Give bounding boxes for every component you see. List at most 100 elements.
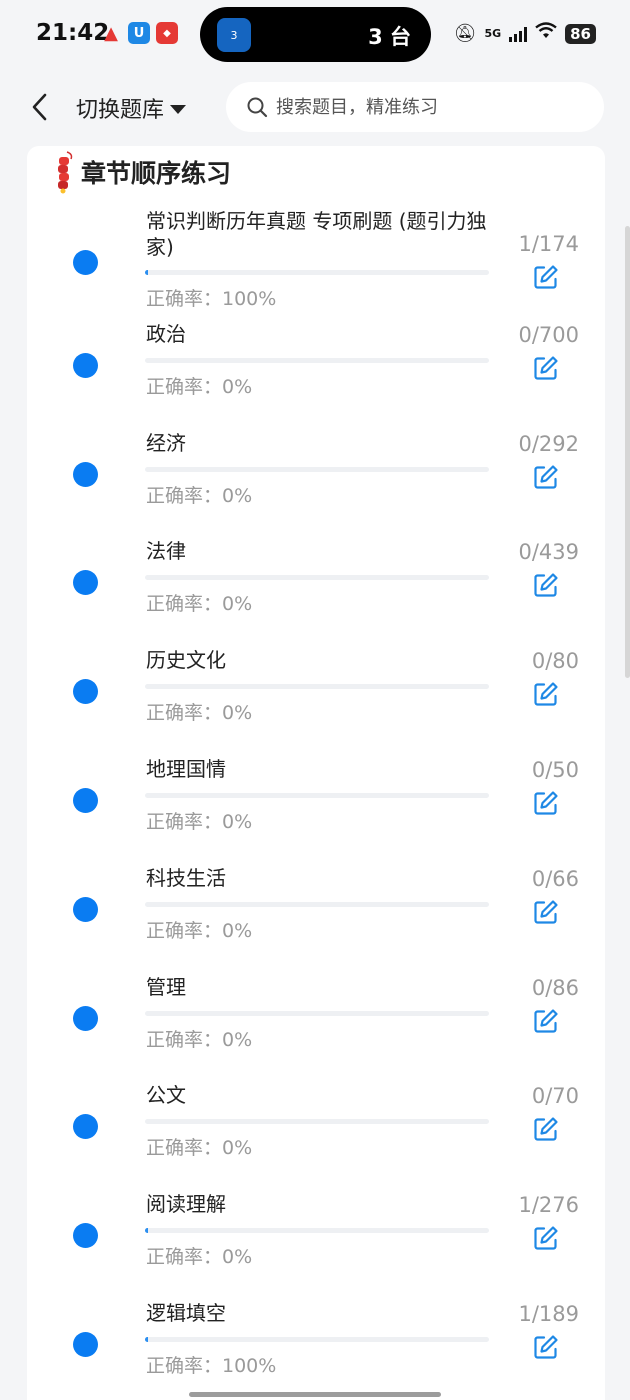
chapter-accuracy: 正确率：0%: [146, 375, 253, 398]
chapter-row[interactable]: 法律正确率：0% 0/439: [27, 530, 605, 638]
search-bar[interactable]: [226, 82, 604, 132]
network-type: 5G: [484, 27, 502, 40]
chapter-name[interactable]: 管理: [146, 974, 491, 1000]
edit-practice-icon[interactable]: [533, 1116, 559, 1142]
chapter-name[interactable]: 常识判断历年真题 专项刷题 (题引力独家): [146, 208, 491, 260]
chapter-row[interactable]: 历史文化 正确率：0% 0/80: [27, 639, 605, 747]
status-bar: 21:42 ▲ U ◆ 3 3 台 🔕︎ 5G 86: [0, 0, 630, 70]
chapter-status-dot: [73, 250, 98, 275]
chapter-row[interactable]: 政治正确率：0% 0/700: [27, 313, 605, 421]
chapter-status-dot: [73, 1005, 98, 1031]
scrollbar[interactable]: [625, 226, 630, 678]
chapter-name[interactable]: 地理国情: [146, 756, 491, 782]
chapter-progress-fill: [145, 270, 148, 275]
chapter-name[interactable]: 历史文化: [146, 647, 491, 673]
chapter-accuracy: 正确率：0%: [146, 919, 253, 942]
battery-indicator: 86: [565, 23, 596, 44]
caret-down-icon: [170, 104, 187, 114]
chapter-count: 0/66: [531, 866, 579, 891]
chapter-progress-bar: [145, 1119, 489, 1125]
chapter-progress-bar: [145, 901, 489, 907]
home-indicator[interactable]: [189, 1392, 441, 1397]
chapter-count: 0/700: [518, 322, 579, 347]
chapter-status-dot: [73, 352, 98, 378]
chapter-name[interactable]: 公文: [146, 1082, 491, 1108]
chapter-accuracy: 正确率：0%: [146, 593, 253, 616]
section-header: 章节顺序练习: [53, 150, 231, 194]
chapter-row[interactable]: 科技生活正确率：0% 0/66: [27, 857, 605, 965]
chapter-accuracy: 正确率：100%: [146, 1355, 277, 1377]
chapter-name[interactable]: 法律: [146, 538, 491, 564]
switch-question-bank-dropdown[interactable]: 切换题库: [76, 92, 187, 124]
flame-app-icon: ▲: [104, 22, 118, 44]
chapter-accuracy: 正确率：0%: [146, 484, 253, 507]
chapter-name[interactable]: 阅读理解: [146, 1191, 491, 1217]
chapter-accuracy: 正确率：0%: [146, 1137, 253, 1160]
chapter-row[interactable]: 常识判断历年真题 专项刷题 (题引力独家) 正确率：100% 1/174: [27, 204, 605, 312]
signal-icon: [509, 26, 528, 42]
chapter-progress-bar: [145, 1337, 489, 1342]
switch-bank-label: 切换题库: [76, 98, 165, 123]
chapter-name[interactable]: 科技生活: [146, 865, 491, 891]
chapter-count: 0/70: [531, 1084, 579, 1109]
chapter-name[interactable]: 经济: [146, 430, 491, 456]
section-title: 章节顺序练习: [81, 159, 232, 188]
chapter-count: 1/189: [518, 1302, 579, 1326]
edit-practice-icon[interactable]: [533, 264, 559, 290]
edit-practice-icon[interactable]: [533, 355, 559, 381]
chapter-name[interactable]: 逻辑填空: [146, 1300, 491, 1326]
chevron-left-icon: [32, 93, 47, 121]
chapter-accuracy: 正确率：0%: [146, 811, 253, 833]
chapter-status-dot: [73, 1332, 98, 1357]
chapter-progress-bar: [145, 1228, 489, 1234]
chapter-count: 0/86: [531, 975, 579, 1000]
chapter-status-dot: [73, 896, 98, 922]
chapter-progress-bar: [145, 684, 489, 690]
edit-practice-icon[interactable]: [533, 790, 559, 816]
broadcast-icon: 3: [217, 18, 251, 52]
chapter-status-dot: [73, 1223, 98, 1249]
chapter-progress-bar: [145, 357, 489, 363]
edit-practice-icon[interactable]: [533, 1334, 559, 1360]
chapter-row[interactable]: 地理国情 正确率：0% 0/50: [27, 748, 605, 856]
island-text: 3 台: [368, 25, 411, 49]
chapter-progress-bar: [145, 1010, 489, 1016]
chapter-progress-bar: [145, 793, 489, 798]
chapter-practice-card: 章节顺序练习 常识判断历年真题 专项刷题 (题引力独家) 正确率：100% 1/17…: [27, 146, 605, 1400]
edit-practice-icon[interactable]: [533, 464, 559, 490]
chapter-status-dot: [73, 788, 98, 813]
chapter-row[interactable]: 阅读理解 正确率：0% 1/276: [27, 1183, 605, 1291]
edit-practice-icon[interactable]: [533, 1225, 559, 1251]
dynamic-island[interactable]: 3 3 台: [200, 7, 431, 62]
edit-practice-icon[interactable]: [533, 899, 559, 925]
chapter-status-dot: [73, 461, 98, 487]
wifi-icon: [535, 22, 557, 45]
chapter-progress-bar: [145, 270, 489, 275]
search-input[interactable]: [276, 96, 576, 118]
chapter-accuracy: 正确率：0%: [146, 1028, 253, 1051]
chapter-row[interactable]: 公文正确率：0% 0/70: [27, 1074, 605, 1182]
chapter-count: 0/439: [518, 540, 579, 565]
island-badge: 3: [230, 28, 238, 42]
chapter-row[interactable]: 管理正确率：0% 0/86: [27, 966, 605, 1074]
red-app-icon: ◆: [156, 22, 178, 44]
u-app-icon: U: [128, 22, 150, 44]
chapter-accuracy: 正确率：100%: [146, 288, 277, 310]
bell-muted-icon: 🔕︎: [453, 23, 477, 44]
edit-practice-icon[interactable]: [533, 1008, 559, 1034]
chapter-progress-bar: [145, 575, 489, 581]
status-app-icons: ▲ U ◆: [100, 22, 178, 44]
edit-practice-icon[interactable]: [533, 681, 559, 707]
chapter-row[interactable]: 经济正确率：0% 0/292: [27, 422, 605, 530]
chapter-count: 0/292: [518, 431, 579, 456]
firecracker-icon: [58, 151, 73, 194]
search-icon: [247, 97, 268, 118]
chapter-row[interactable]: 逻辑填空正确率：100% 1/189: [27, 1292, 605, 1400]
chapter-accuracy: 正确率：0%: [146, 1246, 253, 1269]
chapter-count: 0/80: [531, 649, 579, 674]
status-indicators: 🔕︎ 5G 86: [454, 22, 596, 45]
edit-practice-icon[interactable]: [533, 572, 559, 598]
chapter-progress-fill: [145, 1337, 148, 1342]
chapter-name[interactable]: 政治: [146, 321, 491, 347]
back-button[interactable]: [26, 90, 54, 124]
